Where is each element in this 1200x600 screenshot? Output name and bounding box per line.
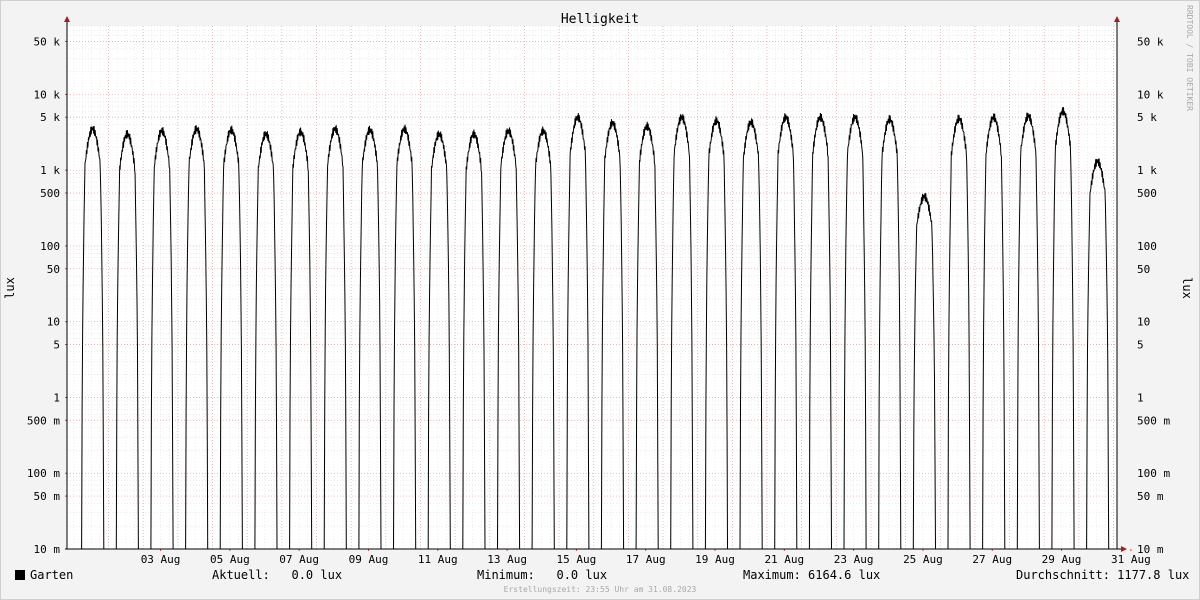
x-tick-label: 09 Aug: [349, 553, 389, 566]
legend: Garten Aktuell: 0.0 lux Minimum: 0.0 lux…: [15, 568, 1189, 582]
y-tick-label-left: 1 k: [40, 164, 60, 177]
x-tick-label: 07 Aug: [279, 553, 319, 566]
x-tick-label: 25 Aug: [903, 553, 943, 566]
y-tick-label-left: 50: [47, 263, 60, 276]
y-tick-label-right: 10: [1137, 316, 1150, 329]
y-axis-arrow-right: [1114, 16, 1120, 22]
y-tick-label-left: 10: [47, 316, 60, 329]
y-tick-label-left: 50 m: [34, 490, 61, 503]
y-tick-label-right: 100: [1137, 240, 1157, 253]
y-tick-label-left: 500: [40, 187, 60, 200]
y-tick-label-left: 5: [53, 339, 60, 352]
x-tick-label: 27 Aug: [972, 553, 1012, 566]
y-tick-label-right: 500 m: [1137, 414, 1170, 427]
y-tick-label-right: 1: [1137, 391, 1144, 404]
y-tick-label-left: 5 k: [40, 111, 60, 124]
legend-average: Durchschnitt: 1177.8 lux: [1016, 568, 1189, 582]
x-tick-label: 03 Aug: [141, 553, 181, 566]
y-tick-label-left: 10 m: [34, 543, 61, 556]
x-tick-label: 21 Aug: [764, 553, 804, 566]
y-tick-label-left: 50 k: [34, 35, 61, 48]
x-tick-label: 05 Aug: [210, 553, 250, 566]
x-tick-label: 23 Aug: [834, 553, 874, 566]
y-tick-label-right: 100 m: [1137, 467, 1170, 480]
y-tick-label-right: 10 k: [1137, 88, 1164, 101]
y-tick-label-right: 5 k: [1137, 111, 1157, 124]
y-tick-label-right: 1 k: [1137, 164, 1157, 177]
y-tick-label-left: 500 m: [27, 414, 60, 427]
legend-series-name: Garten: [30, 568, 73, 582]
y-axis-label-right: lux: [1180, 277, 1194, 299]
y-tick-label-right: 500: [1137, 187, 1157, 200]
y-tick-label-right: 50 m: [1137, 490, 1164, 503]
x-tick-label: 11 Aug: [418, 553, 458, 566]
rrdtool-credit: RRDTOOL / TOBI OETIKER: [1185, 5, 1194, 111]
legend-maximum: Maximum: 6164.6 lux: [743, 568, 880, 582]
y-tick-label-left: 1: [53, 391, 60, 404]
legend-current: Aktuell: 0.0 lux: [212, 568, 342, 582]
x-tick-label: 13 Aug: [487, 553, 527, 566]
plot-area: [67, 26, 1117, 549]
legend-minimum: Minimum: 0.0 lux: [477, 568, 607, 582]
x-tick-label: 29 Aug: [1042, 553, 1082, 566]
y-axis-arrow-left: [64, 16, 70, 22]
chart-frame: Helligkeit RRDTOOL / TOBI OETIKER lux lu…: [0, 0, 1200, 600]
footer-timestamp: Erstellungszeit: 23:55 Uhr am 31.08.2023: [504, 585, 697, 594]
y-tick-label-left: 100: [40, 240, 60, 253]
legend-swatch: [15, 570, 25, 580]
y-tick-label-left: 10 k: [34, 88, 61, 101]
chart-title: Helligkeit: [561, 12, 639, 27]
x-tick-label: 15 Aug: [557, 553, 597, 566]
chart-svg: Helligkeit RRDTOOL / TOBI OETIKER lux lu…: [3, 5, 1194, 594]
y-tick-label-right: 50: [1137, 263, 1150, 276]
x-tick-label: 17 Aug: [626, 553, 666, 566]
y-axis-label-left: lux: [3, 277, 17, 299]
y-tick-label-right: 50 k: [1137, 35, 1164, 48]
grid: [67, 25, 1117, 550]
x-tick-label: 19 Aug: [695, 553, 735, 566]
y-tick-label-right: 5: [1137, 339, 1144, 352]
y-tick-label-left: 100 m: [27, 467, 60, 480]
x-tick-label: 31 Aug: [1111, 553, 1151, 566]
x-axis-arrow: [1121, 546, 1127, 552]
